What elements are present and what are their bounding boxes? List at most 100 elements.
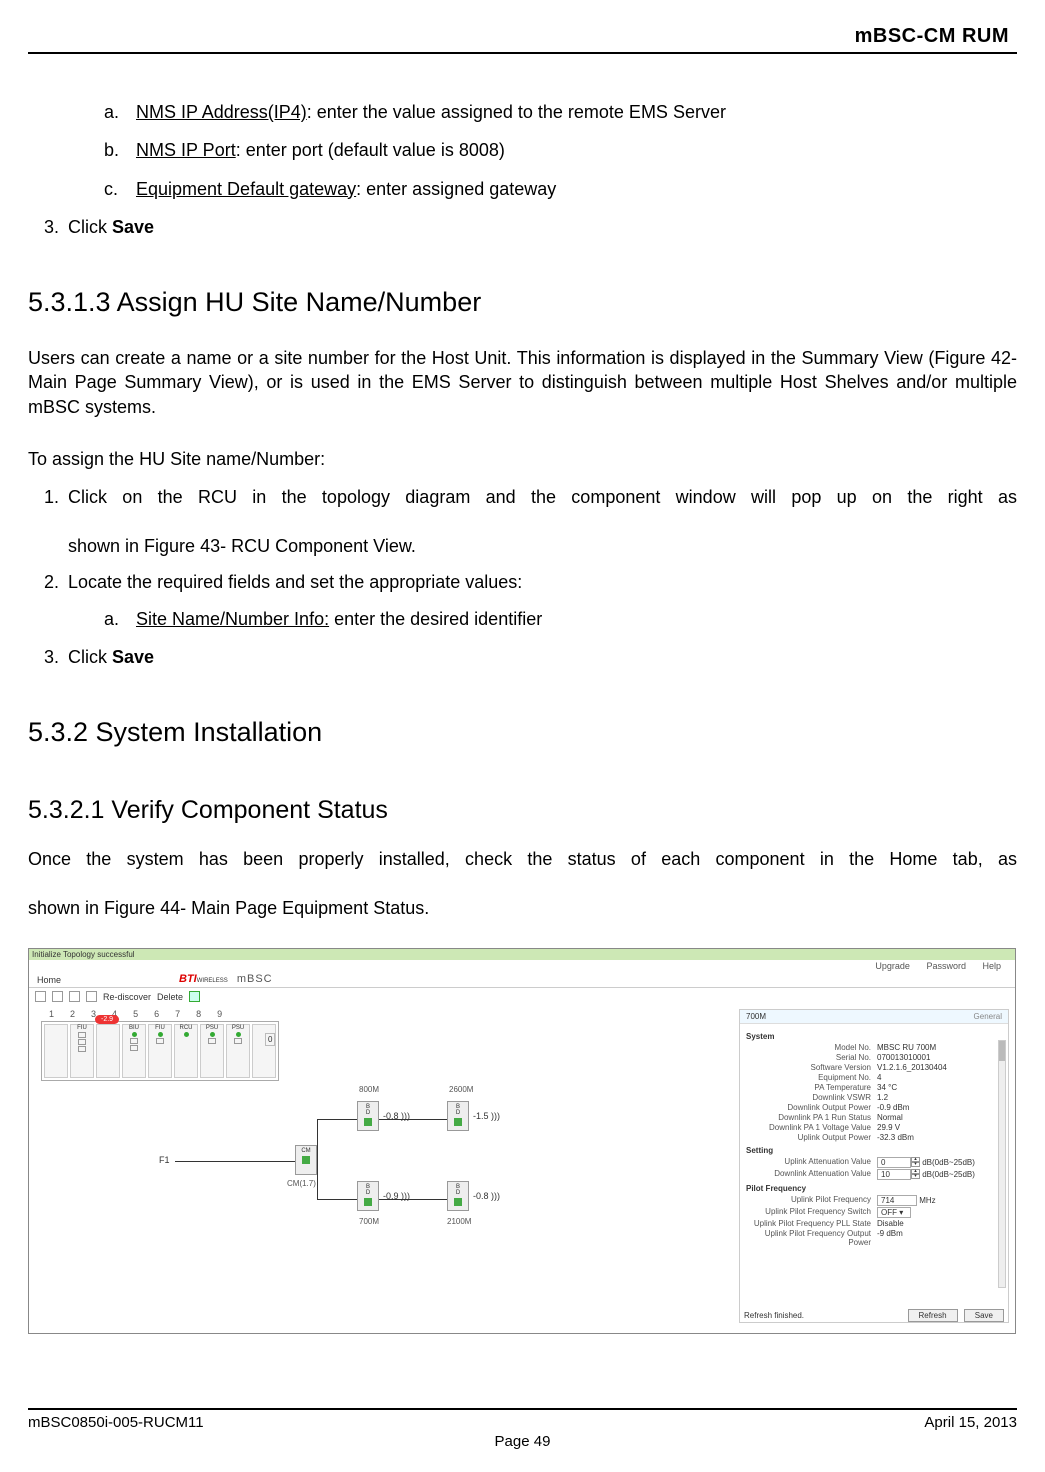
panel-row: Model No.MBSC RU 700M xyxy=(742,1043,1006,1052)
page-footer: mBSC0850i-005-RUCM11 April 15, 2013 Page… xyxy=(28,1408,1017,1450)
conn-v xyxy=(317,1119,318,1199)
step3b-pre: Click xyxy=(68,647,112,667)
fig-topology: F1 CM CM(1.7) 800M BD -0.8 ))) 2600M BD … xyxy=(159,1069,579,1249)
panel-row: Serial No.070013010001 xyxy=(742,1053,1006,1062)
main-list-3: 3.Click Save xyxy=(28,645,1017,669)
step-3-save: 3.Click Save xyxy=(68,215,1017,239)
panel-row: Downlink VSWR1.2 xyxy=(742,1093,1006,1102)
conn-h2 xyxy=(317,1199,447,1200)
step1-line2: shown in Figure 43- RCU Component View. xyxy=(68,534,1017,558)
panel-section-setting: Setting xyxy=(746,1146,1006,1155)
panel-row: Equipment No.4 xyxy=(742,1073,1006,1082)
step1-line1: Click on the RCU in the topology diagram… xyxy=(68,485,1017,534)
node-700m[interactable]: BD xyxy=(357,1181,379,1211)
panel-row: Downlink Output Power-0.9 dBm xyxy=(742,1103,1006,1112)
panel-700m: 700M General System Model No.MBSC RU 700… xyxy=(739,1009,1009,1323)
list-item-c: c.Equipment Default gateway: enter assig… xyxy=(136,177,1017,201)
step3b-bold: Save xyxy=(112,647,154,667)
nested-list-2a: a.Site Name/Number Info: enter the desir… xyxy=(28,607,1017,631)
label-site-name: Site Name/Number Info: xyxy=(136,609,329,629)
list-item-a: a.NMS IP Address(IP4): enter the value a… xyxy=(136,100,1017,124)
fig-top-menu: Upgrade Password Help xyxy=(875,961,1015,971)
para-5313-intro: To assign the HU Site name/Number: xyxy=(28,447,1017,471)
para-5321-l1: Once the system has been properly instal… xyxy=(28,847,1017,896)
panel-row: PA Temperature34 °C xyxy=(742,1083,1006,1092)
fig-home-divider xyxy=(29,987,1015,988)
panel-row: Uplink Pilot Frequency SwitchOFF ▾ xyxy=(742,1207,1006,1218)
figure-44: Initialize Topology successful Upgrade P… xyxy=(28,948,1016,1334)
label-700m: 700M xyxy=(359,1217,379,1226)
panel-tab-general[interactable]: General xyxy=(974,1012,1002,1021)
refresh-icon[interactable] xyxy=(189,991,200,1002)
save-button[interactable]: Save xyxy=(964,1309,1004,1322)
zoom-in-icon[interactable] xyxy=(35,991,46,1002)
panel-row: Uplink Output Power-32.3 dBm xyxy=(742,1133,1006,1142)
step-1: 1. Click on the RCU in the topology diag… xyxy=(68,485,1017,558)
sig-2100: -0.8 ))) xyxy=(473,1191,500,1201)
label-2600m: 2600M xyxy=(449,1085,473,1094)
main-list-2: 1. Click on the RCU in the topology diag… xyxy=(28,485,1017,594)
fig-status-bar: Initialize Topology successful xyxy=(29,949,1015,960)
panel-scrollbar[interactable] xyxy=(998,1040,1006,1288)
page-content: a.NMS IP Address(IP4): enter the value a… xyxy=(28,54,1017,1334)
slot-num-7: 7 xyxy=(175,1009,180,1019)
slot-num-5: 5 xyxy=(133,1009,138,1019)
slot-1[interactable] xyxy=(44,1024,68,1078)
panel-section-system: System xyxy=(746,1032,1006,1041)
conn-line xyxy=(175,1161,295,1162)
expand-icon[interactable] xyxy=(86,991,97,1002)
step-2: 2.Locate the required fields and set the… xyxy=(68,570,1017,594)
slot-num-6: 6 xyxy=(154,1009,159,1019)
header-title: mBSC-CM RUM xyxy=(28,25,1017,48)
footer-page: Page 49 xyxy=(28,1433,1017,1450)
slot-num-1: 1 xyxy=(49,1009,54,1019)
menu-upgrade[interactable]: Upgrade xyxy=(875,961,910,971)
footer-left: mBSC0850i-005-RUCM11 xyxy=(28,1414,204,1431)
slot-num-2: 2 xyxy=(70,1009,75,1019)
label-cm: CM(1.7) xyxy=(287,1179,316,1188)
panel-section-pilot: Pilot Frequency xyxy=(746,1184,1006,1193)
node-2100m[interactable]: BD xyxy=(447,1181,469,1211)
rediscover-button[interactable]: Re-discover xyxy=(103,992,151,1002)
slot-2-fiu[interactable]: FIU xyxy=(70,1024,94,1078)
tab-home[interactable]: Home xyxy=(37,975,61,985)
para-5321: Once the system has been properly instal… xyxy=(28,847,1017,920)
node-cm[interactable]: CM xyxy=(295,1145,317,1175)
zoom-icon[interactable] xyxy=(69,991,80,1002)
list-item-2a: a.Site Name/Number Info: enter the desir… xyxy=(136,607,1017,631)
text-2a: enter the desired identifier xyxy=(329,609,542,629)
slot-4-biu[interactable]: BIU xyxy=(122,1024,146,1078)
menu-help[interactable]: Help xyxy=(982,961,1001,971)
slot-3[interactable] xyxy=(96,1024,120,1078)
fig-zero-box: 0 xyxy=(265,1033,275,1046)
conn-h1 xyxy=(317,1119,447,1120)
para-5313: Users can create a name or a site number… xyxy=(28,346,1017,419)
fig-toolbar: Re-discover Delete xyxy=(35,991,200,1002)
panel-status: Refresh finished. xyxy=(744,1311,804,1320)
main-list-1: 3.Click Save xyxy=(28,215,1017,239)
heading-5-3-2: 5.3.2 System Installation xyxy=(28,717,1017,748)
step-3b: 3.Click Save xyxy=(68,645,1017,669)
label-f1: F1 xyxy=(159,1155,170,1165)
slot-num-9: 9 xyxy=(217,1009,222,1019)
panel-tab-700m[interactable]: 700M xyxy=(746,1012,766,1021)
label-2100m: 2100M xyxy=(447,1217,471,1226)
heading-5-3-2-1: 5.3.2.1 Verify Component Status xyxy=(28,796,1017,825)
node-800m[interactable]: BD xyxy=(357,1101,379,1131)
node-2600m[interactable]: BD xyxy=(447,1101,469,1131)
sig-700: -0.9 ))) xyxy=(383,1191,410,1201)
panel-row: Downlink PA 1 Run StatusNormal xyxy=(742,1113,1006,1122)
text-a: : enter the value assigned to the remote… xyxy=(307,102,726,122)
zoom-out-icon[interactable] xyxy=(52,991,63,1002)
footer-rule xyxy=(28,1408,1017,1410)
panel-row: Software VersionV1.2.1.6_20130404 xyxy=(742,1063,1006,1072)
panel-row: Uplink Pilot Frequency PLL StateDisable xyxy=(742,1219,1006,1228)
panel-row: Uplink Pilot Frequency714 MHz xyxy=(742,1195,1006,1206)
fig-logo: BTIWIRELESS mBSC xyxy=(179,973,273,985)
sig-800: -0.8 ))) xyxy=(383,1111,410,1121)
delete-button[interactable]: Delete xyxy=(157,992,183,1002)
label-nms-ip-address: NMS IP Address(IP4) xyxy=(136,102,307,122)
refresh-button[interactable]: Refresh xyxy=(908,1309,958,1322)
label-800m: 800M xyxy=(359,1085,379,1094)
menu-password[interactable]: Password xyxy=(926,961,966,971)
